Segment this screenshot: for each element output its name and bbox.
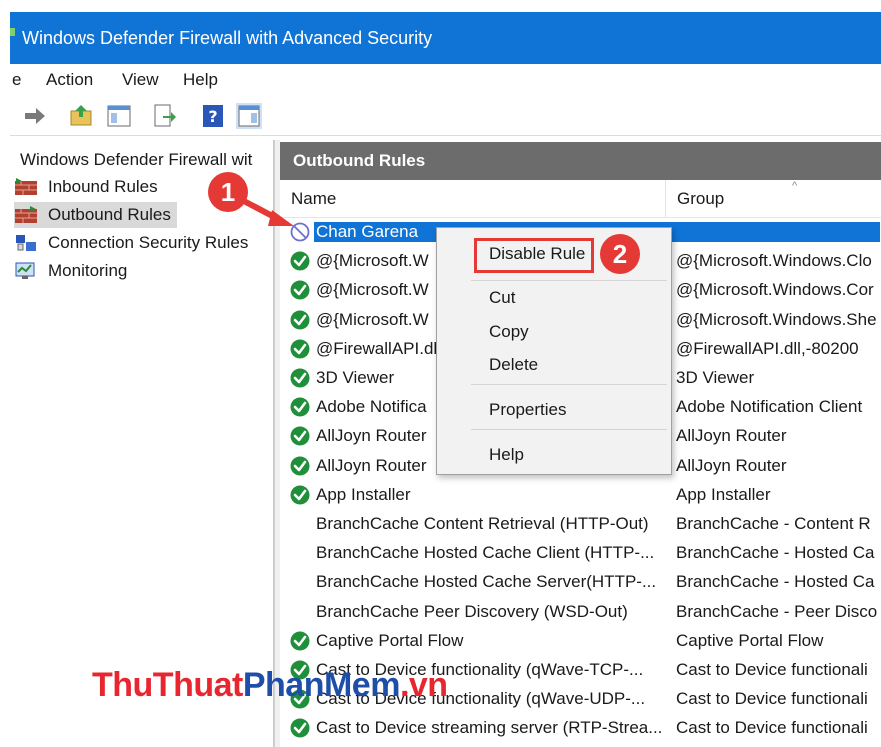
menu-item-help[interactable]: Help <box>489 445 524 465</box>
step-2-badge: 2 <box>600 234 640 274</box>
column-header-name[interactable]: Name <box>280 180 666 218</box>
tree-item-monitoring[interactable]: Monitoring <box>14 258 133 284</box>
watermark-part2: PhanMem <box>242 666 401 704</box>
up-folder-icon[interactable] <box>68 103 94 129</box>
rule-name: Cast to Device streaming server (RTP-Str… <box>316 718 661 738</box>
rule-group: Cast to Device functionali <box>676 718 868 738</box>
rule-row[interactable]: BranchCache Hosted Cache Server(HTTP-...… <box>280 568 881 597</box>
menu-action[interactable]: Action <box>46 70 93 90</box>
enabled-check-icon <box>290 310 310 330</box>
rule-group: Captive Portal Flow <box>676 630 824 650</box>
rule-row[interactable]: BranchCache Peer Discovery (WSD-Out) Bran… <box>280 598 881 627</box>
enabled-check-icon <box>290 631 310 651</box>
callout-arrow-icon <box>240 197 294 226</box>
watermark-part3: .vn <box>399 666 448 704</box>
rule-group: BranchCache - Hosted Ca <box>676 543 875 563</box>
menu-bar: e Action View Help <box>10 64 881 96</box>
menu-separator <box>471 429 667 430</box>
menu-item-properties[interactable]: Properties <box>489 400 566 420</box>
rule-group: BranchCache - Content R <box>676 514 871 533</box>
enabled-check-icon <box>290 718 310 738</box>
enabled-check-icon <box>290 456 310 476</box>
menu-item-disable-rule[interactable]: Disable Rule <box>489 244 585 264</box>
tree-item-inbound-rules[interactable]: Inbound Rules <box>14 174 164 200</box>
rule-group: Cast to Device functionali <box>676 689 868 709</box>
menu-help[interactable]: Help <box>183 70 218 90</box>
inbound-rules-icon <box>15 178 37 195</box>
rule-group: 3D Viewer <box>676 368 755 387</box>
toolbar: ? <box>10 96 881 136</box>
show-hide-tree-icon[interactable] <box>106 103 132 129</box>
tree-root[interactable]: Windows Defender Firewall wit <box>20 150 252 170</box>
column-header-group[interactable]: Group <box>666 180 881 218</box>
rule-row[interactable]: Captive Portal Flow Captive Portal Flow <box>280 627 881 656</box>
monitoring-icon <box>15 262 35 279</box>
rule-group: @FirewallAPI.dll,-80200 <box>676 338 859 358</box>
navigation-tree: Windows Defender Firewall wit Inbound Ru… <box>10 140 274 747</box>
enabled-check-icon <box>290 397 310 417</box>
menu-item-copy[interactable]: Copy <box>489 322 529 342</box>
outbound-rules-icon <box>15 206 37 223</box>
tree-item-label: Monitoring <box>48 261 128 280</box>
rule-name: BranchCache Peer Discovery (WSD-Out) <box>316 601 628 621</box>
watermark-part1: ThuThuat <box>92 666 243 704</box>
enabled-check-icon <box>290 485 310 505</box>
watermark: ThuThuatPhanMem.vn <box>92 666 448 705</box>
panel-header: Outbound Rules <box>280 142 881 180</box>
title-bar: Windows Defender Firewall with Advanced … <box>10 12 881 64</box>
enabled-check-icon <box>290 339 310 359</box>
rule-group: AllJoyn Router <box>676 455 787 475</box>
rule-group: BranchCache - Peer Disco <box>676 601 878 621</box>
rule-row[interactable]: BranchCache Hosted Cache Client (HTTP-..… <box>280 539 881 568</box>
menu-separator <box>471 384 667 385</box>
app-icon <box>10 28 15 36</box>
rule-row[interactable]: Cast to Device streaming server (RTP-Str… <box>280 714 881 743</box>
rule-name: BranchCache Hosted Cache Server(HTTP-... <box>316 572 657 592</box>
rule-group: @{Microsoft.Windows.Cor <box>676 280 874 300</box>
rule-name: Captive Portal Flow <box>316 630 464 650</box>
help-icon[interactable]: ? <box>200 103 226 129</box>
enabled-check-icon <box>290 426 310 446</box>
enabled-check-icon <box>290 280 310 300</box>
rule-group: Cast to Device functionali <box>676 660 868 679</box>
forward-arrow-icon[interactable] <box>22 103 48 129</box>
rule-name: BranchCache Hosted Cache Client (HTTP-..… <box>316 543 655 563</box>
menu-file[interactable]: e <box>12 70 21 90</box>
sort-caret-icon: ^ <box>792 180 798 192</box>
window-title: Windows Defender Firewall with Advanced … <box>22 28 433 48</box>
step-1-badge: 1 <box>208 172 248 212</box>
tree-item-outbound-rules[interactable]: Outbound Rules <box>14 202 177 228</box>
menu-item-delete[interactable]: Delete <box>489 355 538 375</box>
tree-item-label: Connection Security Rules <box>48 233 249 252</box>
rule-group: Adobe Notification Client <box>676 397 863 417</box>
svg-text:?: ? <box>208 107 217 126</box>
rule-group: @{Microsoft.Windows.Clo <box>676 251 872 271</box>
rule-group: @{Microsoft.Windows.She <box>676 309 877 329</box>
rule-name: App Installer <box>316 484 411 504</box>
menu-separator <box>471 280 667 281</box>
menu-view[interactable]: View <box>122 70 159 90</box>
menu-item-cut[interactable]: Cut <box>489 288 515 308</box>
enabled-check-icon <box>290 368 310 388</box>
tree-item-connection-security-rules[interactable]: Connection Security Rules <box>14 230 254 256</box>
rule-row[interactable]: BranchCache Content Retrieval (HTTP-Out)… <box>280 510 881 539</box>
export-list-icon[interactable] <box>151 103 177 129</box>
rule-name: BranchCache Content Retrieval (HTTP-Out) <box>316 514 649 533</box>
rule-group: AllJoyn Router <box>676 426 787 446</box>
show-hide-action-pane-icon[interactable] <box>236 103 262 129</box>
tree-item-label: Inbound Rules <box>48 177 158 196</box>
rule-group: BranchCache - Hosted Ca <box>676 572 875 592</box>
tree-item-label: Outbound Rules <box>48 205 171 224</box>
rule-group: App Installer <box>676 484 771 504</box>
connection-security-icon <box>16 235 36 251</box>
rule-row[interactable]: App Installer App Installer <box>280 481 881 510</box>
enabled-check-icon <box>290 251 310 271</box>
